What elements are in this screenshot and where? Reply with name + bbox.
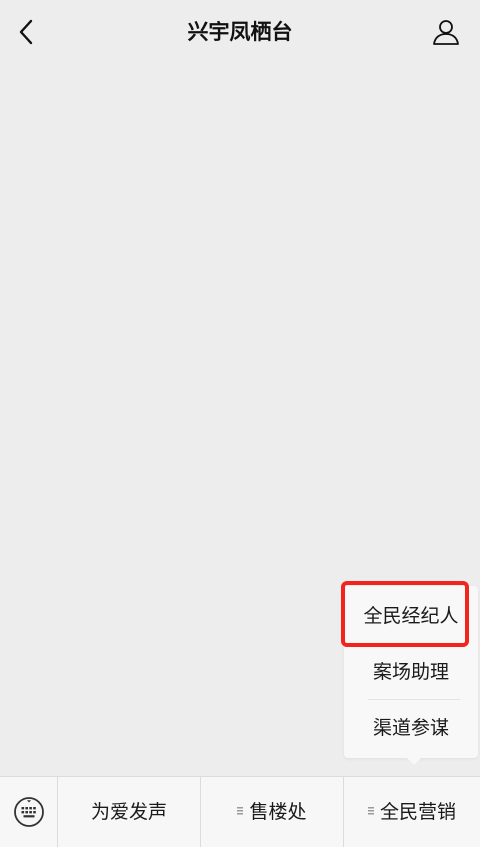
user-icon — [433, 20, 459, 45]
page-title: 兴宇凤栖台 — [187, 20, 293, 44]
menu-button-weiai-fasheng[interactable]: 为爱发声 — [58, 777, 201, 847]
menu-button-quanmin-yingxiao[interactable]: 全民营销 — [344, 777, 480, 847]
keyboard-icon — [13, 797, 44, 827]
bottom-menu-bar: 为爱发声 售楼处 全民营销 — [0, 776, 480, 847]
profile-button[interactable] — [426, 12, 466, 52]
menu-button-shouloushu[interactable]: 售楼处 — [201, 777, 344, 847]
submenu-indicator-icon — [367, 806, 374, 815]
menu-button-label: 全民营销 — [379, 801, 456, 823]
submenu-item-anchang-zhuli[interactable]: 案场助理 — [344, 644, 478, 700]
keyboard-toggle-button[interactable] — [0, 777, 58, 847]
menu-button-label: 为爱发声 — [90, 801, 167, 823]
top-nav-bar: 兴宇凤栖台 — [0, 0, 480, 64]
popup-submenu: 全民经纪人 案场助理 渠道参谋 — [344, 586, 478, 765]
submenu-item-quanmin-jingjiren[interactable]: 全民经纪人 — [344, 588, 478, 644]
menu-button-label: 售楼处 — [249, 801, 307, 823]
submenu-indicator-icon — [237, 806, 244, 815]
submenu-item-qudao-canmou[interactable]: 渠道参谋 — [344, 700, 478, 756]
